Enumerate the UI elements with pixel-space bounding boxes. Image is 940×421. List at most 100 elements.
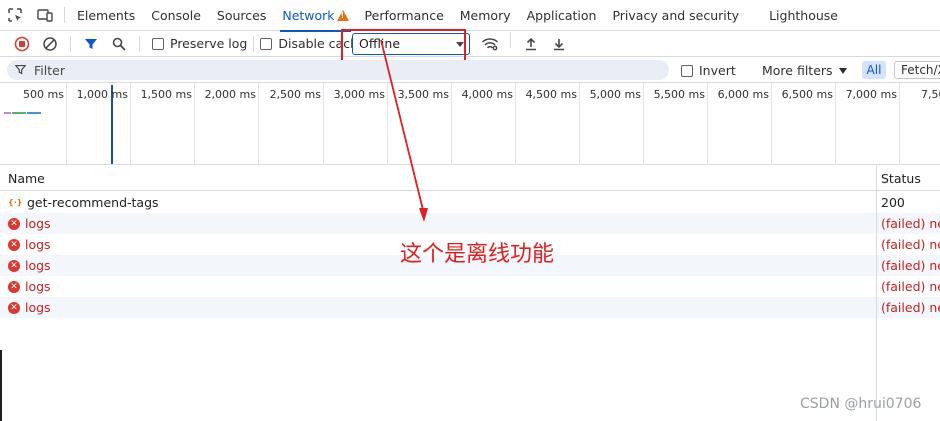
devtools-tab-bar: Elements Console Sources Network Performance…: [0, 0, 940, 32]
tab-performance[interactable]: Performance: [357, 0, 452, 31]
timeline-tick-label: 2,500 ms: [269, 88, 321, 101]
timeline-tick-label: 500 ms: [23, 88, 64, 101]
overview-request-bar: [27, 112, 41, 114]
timeline-gridline: [899, 83, 900, 164]
error-icon: ✕: [8, 238, 20, 251]
filter-bar: Filter Invert More filters All Fetch/X: [0, 57, 940, 83]
toolbar-right-group: [476, 32, 573, 56]
tab-label: Sources: [216, 7, 267, 23]
preserve-log-checkbox[interactable]: Preserve log: [152, 36, 247, 51]
invert-checkbox[interactable]: Invert: [681, 63, 736, 78]
status-column-header[interactable]: Status: [881, 171, 921, 186]
preserve-log-label: Preserve log: [170, 36, 248, 51]
toolbar-separator: [510, 32, 511, 48]
watermark: CSDN @hrui0706: [800, 396, 922, 412]
error-icon: ✕: [8, 280, 20, 293]
timeline-tick-label: 3,500 ms: [397, 88, 449, 101]
tab-label: Lighthouse: [769, 7, 838, 23]
caret-down-icon: [838, 68, 847, 74]
request-name: get-recommend-tags: [27, 195, 159, 210]
error-icon: ✕: [8, 301, 20, 314]
request-name: logs: [25, 258, 51, 273]
timeline-tick-label: 1,000 ms: [76, 88, 128, 101]
timeline-tick-label: 1,500 ms: [140, 88, 192, 101]
request-status-cell: (failed) net: [881, 279, 940, 294]
tab-label: Application: [526, 7, 597, 23]
tab-sources[interactable]: Sources: [209, 0, 274, 31]
request-name: logs: [25, 216, 51, 231]
timeline-tick-label: 5,500 ms: [653, 88, 705, 101]
request-name: logs: [25, 279, 51, 294]
tab-memory[interactable]: Memory: [452, 0, 519, 31]
request-name: logs: [25, 300, 51, 315]
request-table-header: Name Status: [0, 166, 940, 191]
tabbar-separator: [64, 7, 65, 23]
timeline-tick-label: 6,500 ms: [781, 88, 833, 101]
clear-icon[interactable]: [36, 32, 64, 56]
export-har-icon[interactable]: [545, 32, 573, 56]
checkbox-box[interactable]: [260, 37, 273, 50]
device-toolbar-icon[interactable]: [30, 0, 60, 31]
filter-fetch-xhr-button[interactable]: Fetch/X: [894, 61, 940, 79]
tab-application[interactable]: Application: [519, 0, 605, 31]
tab-network[interactable]: Network: [274, 0, 356, 32]
request-status-cell: (failed) net: [881, 300, 940, 315]
checkbox-box[interactable]: [152, 37, 164, 50]
table-row[interactable]: ✕ logs (failed) net: [0, 276, 940, 297]
network-overview-timeline[interactable]: 500 ms 1,000 ms 1,500 ms 2,000 ms 2,500 ms 3,…: [0, 83, 940, 165]
network-toolbar: Preserve log Disable cache Offline: [0, 31, 940, 57]
request-name-cell: ✕ logs: [8, 300, 51, 315]
annotation-label: 这个是离线功能: [400, 242, 555, 267]
timeline-tick-label: 7,000 ms: [845, 88, 897, 101]
request-name-cell: {·} get-recommend-tags: [8, 195, 159, 210]
tab-console[interactable]: Console: [143, 0, 209, 31]
error-icon: ✕: [8, 217, 20, 230]
record-icon[interactable]: [8, 32, 36, 56]
network-conditions-icon[interactable]: [476, 32, 504, 56]
tab-label: Privacy and security: [612, 7, 740, 23]
inspect-element-icon[interactable]: [0, 0, 30, 31]
timeline-tick-label: 5,000 ms: [589, 88, 641, 101]
table-row[interactable]: ✕ logs (failed) net: [0, 297, 940, 318]
tab-label: Memory: [459, 7, 511, 23]
filter-all-button[interactable]: All: [862, 61, 886, 79]
filter-icon[interactable]: [77, 32, 105, 56]
request-name-cell: ✕ logs: [8, 237, 51, 252]
filter-input[interactable]: Filter: [7, 60, 669, 80]
tab-lighthouse[interactable]: Lighthouse: [761, 0, 846, 31]
timeline-tick-label: 6,000 ms: [717, 88, 769, 101]
tab-label: Console: [151, 7, 201, 23]
tab-label: Elements: [77, 7, 136, 23]
warning-icon: [336, 9, 349, 21]
request-status-cell: 200: [881, 195, 905, 210]
filter-icon: [14, 63, 27, 78]
tab-elements[interactable]: Elements: [69, 0, 143, 31]
timeline-tick-label: 4,500 ms: [525, 88, 577, 101]
table-row[interactable]: ✕ logs (failed) net: [0, 213, 940, 234]
toolbar-separator: [139, 35, 140, 52]
import-har-icon[interactable]: [517, 32, 545, 56]
invert-label: Invert: [699, 63, 736, 78]
toolbar-separator: [70, 35, 71, 52]
toolbar-separator: [253, 35, 255, 52]
left-edge-strip: [0, 350, 2, 421]
more-filters-label: More filters: [762, 63, 833, 78]
name-column-header[interactable]: Name: [8, 171, 45, 186]
table-row[interactable]: {·} get-recommend-tags 200: [0, 192, 940, 213]
request-name-cell: ✕ logs: [8, 279, 51, 294]
tabs-container: Elements Console Sources Network Performance…: [69, 0, 846, 32]
overview-request-bar: [4, 112, 11, 114]
more-filters-button[interactable]: More filters: [762, 63, 847, 78]
tab-label: Network: [282, 7, 335, 23]
error-icon: ✕: [8, 259, 20, 272]
checkbox-box[interactable]: [681, 64, 693, 77]
search-icon[interactable]: [105, 32, 133, 56]
timeline-tick-label: 2,000 ms: [204, 88, 256, 101]
request-status-cell: (failed) net: [881, 237, 940, 252]
timeline-tick-label: 7,50: [921, 88, 940, 101]
timeline-tick-label: 3,000 ms: [333, 88, 385, 101]
filter-placeholder: Filter: [34, 62, 65, 78]
column-divider[interactable]: [876, 166, 877, 421]
request-name: logs: [25, 237, 51, 252]
tab-privacy-and-security[interactable]: Privacy and security: [604, 0, 747, 31]
